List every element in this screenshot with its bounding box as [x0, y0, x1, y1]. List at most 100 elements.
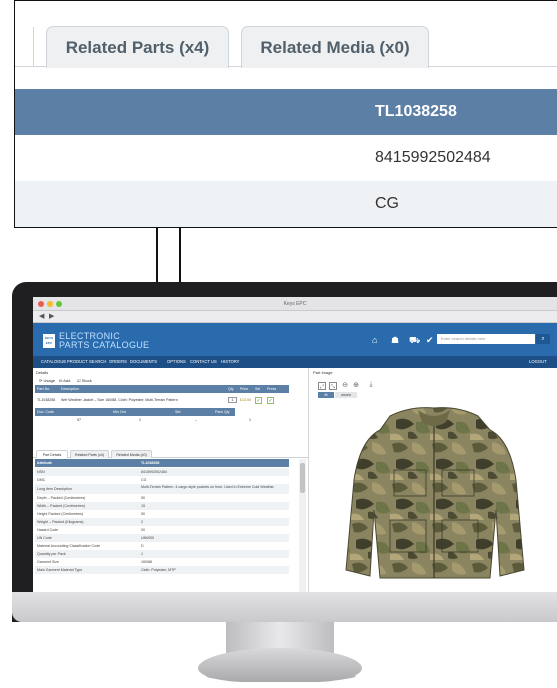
attribute-value: D: [141, 544, 144, 548]
callout-row-nsn: 8415992502484: [15, 135, 557, 181]
expand-icon[interactable]: ⤢: [318, 382, 326, 390]
zoom-in-icon[interactable]: ⊕: [352, 382, 360, 390]
doc-table-header: Doc. Code Min Ord Std Pack Qty: [35, 408, 235, 416]
menu-orders[interactable]: ORDERS: [109, 359, 127, 364]
nsn-value: 8415992502484: [375, 149, 491, 166]
details-panel: Details ⟳ Usage ⛁ Add ☑ Stock Part No. D…: [33, 368, 309, 605]
brand-line-2: PARTS CATALOGUE: [59, 340, 150, 350]
tab-related-parts[interactable]: Related Parts (x4): [46, 26, 229, 68]
attribute-value: 160/88: [141, 560, 152, 564]
select-check-icon[interactable]: ✓: [255, 397, 262, 404]
attribute-key: Quantity per Pack: [37, 552, 66, 556]
search-icon[interactable]: ⌕: [536, 334, 550, 344]
brand-title: ELECTRONIC PARTS CATALOGUE: [59, 332, 149, 350]
attribute-row: Garment Size 160/88: [35, 558, 289, 566]
attribute-key: Material Accounting Classification Code: [37, 544, 101, 548]
attribute-value: 8415992502484: [141, 470, 167, 474]
attribute-row: Width – Packed (Centimetres) 15: [35, 502, 289, 510]
menu-options[interactable]: OPTIONS: [167, 359, 186, 364]
screen: Keys EPC ◀ ▶ KEYS EPC ELECTRONIC PARTS C…: [33, 297, 557, 605]
qty-input[interactable]: 1: [228, 397, 237, 403]
attribute-value: 1: [141, 552, 143, 556]
callout-row-dmc: CG: [15, 181, 557, 227]
window-title: Keys EPC: [283, 301, 307, 307]
row-std: –: [195, 418, 197, 422]
download-icon[interactable]: ⤓: [367, 381, 375, 389]
menu-documents[interactable]: DOCUMENTS: [130, 359, 157, 364]
row-part-no: TL1038258: [37, 398, 56, 402]
attribute-row: Quantity per Pack 1: [35, 550, 289, 558]
menu-history[interactable]: HISTORY: [221, 359, 239, 364]
row-price: £13.50: [240, 398, 251, 402]
menu-catalogue[interactable]: CATALOGUE: [41, 359, 66, 364]
menu-product[interactable]: PRODUCT: [67, 359, 88, 364]
parts-table-row[interactable]: TL1038258 Wet Weather Jacket – Size 160/…: [35, 394, 289, 406]
attribute-value: Cloth: Polyester, MTP: [141, 568, 176, 572]
tab-part-details[interactable]: Part Details: [36, 450, 68, 458]
menu-contact[interactable]: CONTACT US: [190, 359, 217, 364]
attribute-value: Multi-Terrain Pattern. 4 cargo style poc…: [141, 484, 275, 489]
part-number-value: TL1038258: [375, 103, 457, 120]
tab-related-parts-small[interactable]: Related Parts (x4): [70, 450, 109, 458]
part-details-tabs: Part Details Related Parts (x4) Related …: [33, 449, 309, 458]
col-qty: Qty: [228, 387, 234, 391]
col-pack-qty: Pack Qty: [215, 410, 230, 414]
sitemap-icon[interactable]: ☗: [391, 335, 399, 346]
parts-table-header: Part No. Description Qty Price Sel Press: [35, 385, 289, 393]
usage-button[interactable]: ⟳ Usage: [39, 378, 55, 383]
attribute-row: Height Packed (Centimetres) 50: [35, 510, 289, 518]
fit-button[interactable]: fit: [318, 392, 334, 398]
browser-titlebar: Keys EPC: [33, 297, 557, 311]
cart-icon[interactable]: ⛟: [409, 335, 420, 347]
menu-search[interactable]: SEARCH: [89, 359, 106, 364]
add-button[interactable]: ⛁ Add: [59, 378, 70, 383]
forward-icon[interactable]: ▶: [49, 312, 54, 320]
stock-label: Stock: [81, 378, 92, 383]
attribute-key: NSN: [37, 470, 45, 474]
check-icon[interactable]: ✔: [426, 335, 434, 346]
attribute-value: 50: [141, 512, 145, 516]
col-price: Price: [240, 387, 249, 391]
col-press: Press: [267, 387, 277, 391]
row-min-ord: 1: [139, 418, 141, 422]
attribute-value: 2: [141, 520, 143, 524]
shrink-icon[interactable]: ⤡: [329, 382, 337, 390]
app-header: KEYS EPC ELECTRONIC PARTS CATALOGUE ⌂ ☗ …: [33, 323, 557, 356]
attribute-key: Height Packed (Centimetres): [37, 512, 84, 516]
add-label: Add: [63, 378, 71, 383]
attribute-row: Weight – Packed (Kilograms) 2: [35, 518, 289, 526]
back-icon[interactable]: ◀: [39, 312, 44, 320]
attribute-row: DMC CG: [35, 476, 289, 484]
search-input[interactable]: Enter search details here: [437, 334, 535, 344]
attribute-key: Depth – Packed (Centimetres): [37, 496, 86, 500]
usage-label: Usage: [43, 378, 56, 383]
home-icon[interactable]: ⌂: [372, 335, 377, 345]
col-min-ord: Min Ord: [113, 410, 126, 414]
attribute-key: Garment Size: [37, 560, 59, 564]
menu-logout[interactable]: LOGOUT: [529, 359, 547, 364]
attribute-key: Hazard Code: [37, 528, 59, 532]
tab-related-media-small[interactable]: Related Media (x0): [111, 450, 152, 458]
attribute-row: Hazard Code 00: [35, 526, 289, 534]
epc-logo: KEYS EPC: [43, 334, 55, 348]
tab-related-media[interactable]: Related Media (x0): [241, 26, 429, 68]
attribute-key: Main Garment Material Type: [37, 568, 83, 572]
row-description: Wet Weather Jacket – Size 160/88. Cloth:…: [61, 398, 178, 402]
stock-button[interactable]: ☑ Stock: [77, 378, 92, 383]
attribute-header-key: Attribute: [37, 461, 52, 465]
attribute-value: 15: [141, 504, 145, 508]
zoom-button[interactable]: zoom: [335, 392, 357, 398]
browser-navbar: ◀ ▶: [33, 311, 557, 323]
attribute-header-value: TL1038258: [141, 461, 160, 465]
stock-check-icon: ☑: [77, 378, 81, 383]
main-menu: CATALOGUE PRODUCT SEARCH ORDERS DOCUMENT…: [33, 356, 557, 368]
attribute-row: Long Item Description Multi-Terrain Patte…: [35, 484, 289, 494]
press-check-icon[interactable]: ✓: [267, 397, 274, 404]
monitor-chin: [12, 592, 557, 622]
zoom-out-icon[interactable]: ⊖: [341, 382, 349, 390]
attributes-scrollbar[interactable]: [299, 459, 306, 605]
scrollbar-thumb[interactable]: [300, 463, 305, 493]
attribute-value: UN0000: [141, 536, 155, 540]
part-image-panel: Part Image ⤢ ⤡ ⊖ ⊕ ⤓ fit zoom: [310, 368, 557, 594]
dmc-value: CG: [375, 195, 399, 212]
